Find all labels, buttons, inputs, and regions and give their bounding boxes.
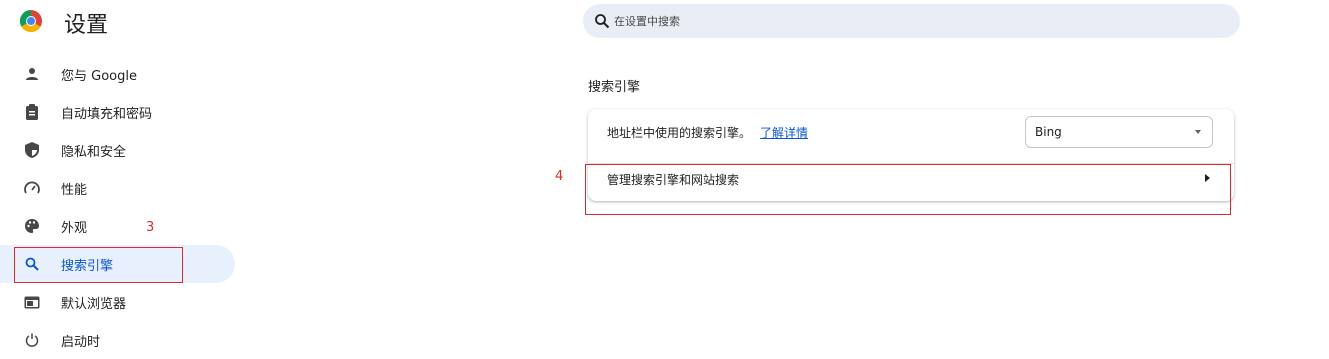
search-engine-select[interactable]: Bing [1025,116,1213,148]
address-bar-engine-label: 地址栏中使用的搜索引擎。 [607,126,752,140]
palette-icon [23,217,41,235]
sidebar-item-label: 您与 Google [61,68,137,84]
speedometer-icon [23,179,41,197]
sidebar-item-autofill[interactable]: 自动填充和密码 [0,93,235,131]
page-title: 设置 [64,13,109,38]
annotation-box-step3 [14,247,183,283]
sidebar-item-performance[interactable]: 性能 [0,169,235,207]
chevron-down-icon [1195,130,1201,134]
sidebar-item-default-browser[interactable]: 默认浏览器 [0,283,235,321]
person-icon [23,65,41,83]
power-icon [23,331,41,349]
annotation-label-step4: 4 [555,169,564,184]
sidebar-item-label: 自动填充和密码 [61,106,153,122]
search-engine-select-value: Bing [1035,125,1062,139]
annotation-box-step4 [585,164,1231,215]
sidebar-item-you-and-google[interactable]: 您与 Google [0,55,235,93]
shield-icon [23,141,41,159]
sidebar-item-label: 外观 [61,220,88,236]
section-title: 搜索引擎 [588,80,641,95]
search-icon [595,14,610,29]
learn-more-link[interactable]: 了解详情 [760,124,808,141]
sidebar-item-on-startup[interactable]: 启动时 [0,321,235,359]
sidebar-item-label: 启动时 [61,334,101,350]
search-input[interactable] [614,11,1204,31]
browser-icon [23,293,41,311]
clipboard-icon [23,103,41,121]
sidebar-item-label: 默认浏览器 [61,296,127,312]
sidebar-item-label: 隐私和安全 [61,144,127,160]
sidebar-item-privacy[interactable]: 隐私和安全 [0,131,235,169]
annotation-label-step3: 3 [146,220,155,235]
chrome-logo-icon [20,10,42,32]
sidebar-item-label: 性能 [61,182,88,198]
settings-search[interactable] [583,4,1240,38]
sidebar-item-appearance[interactable]: 外观 [0,207,235,245]
